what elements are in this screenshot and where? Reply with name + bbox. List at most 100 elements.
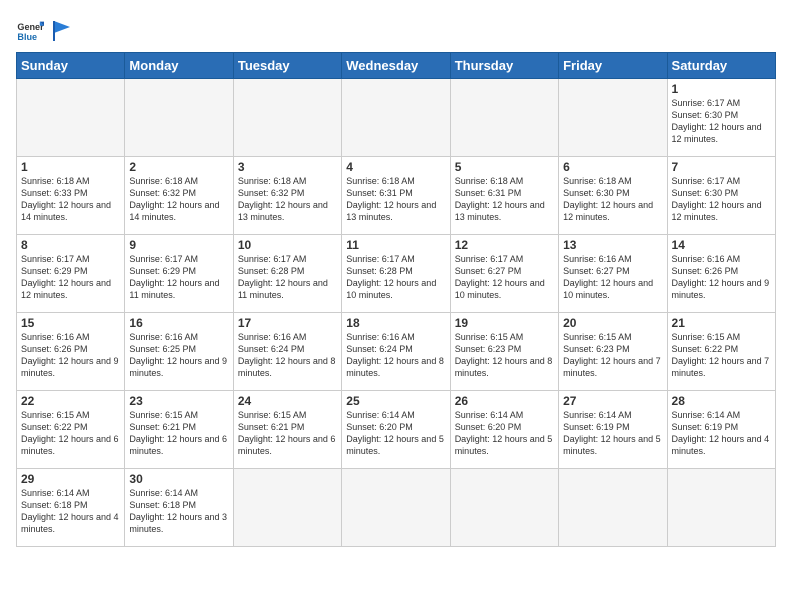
day-info: Sunrise: 6:16 AM Sunset: 6:27 PM Dayligh… [563, 253, 662, 302]
calendar-cell [450, 79, 558, 157]
calendar-cell: 20 Sunrise: 6:15 AM Sunset: 6:23 PM Dayl… [559, 313, 667, 391]
day-info: Sunrise: 6:17 AM Sunset: 6:30 PM Dayligh… [672, 175, 771, 224]
day-number: 20 [563, 316, 662, 330]
day-number: 9 [129, 238, 228, 252]
day-info: Sunrise: 6:15 AM Sunset: 6:23 PM Dayligh… [563, 331, 662, 380]
day-number: 2 [129, 160, 228, 174]
calendar-cell [559, 79, 667, 157]
calendar-cell: 19 Sunrise: 6:15 AM Sunset: 6:23 PM Dayl… [450, 313, 558, 391]
calendar-cell: 3 Sunrise: 6:18 AM Sunset: 6:32 PM Dayli… [233, 157, 341, 235]
day-number: 3 [238, 160, 337, 174]
calendar-table: SundayMondayTuesdayWednesdayThursdayFrid… [16, 52, 776, 547]
day-info: Sunrise: 6:16 AM Sunset: 6:26 PM Dayligh… [672, 253, 771, 302]
calendar-cell: 16 Sunrise: 6:16 AM Sunset: 6:25 PM Dayl… [125, 313, 233, 391]
day-info: Sunrise: 6:16 AM Sunset: 6:24 PM Dayligh… [346, 331, 445, 380]
day-number: 7 [672, 160, 771, 174]
calendar-cell: 12 Sunrise: 6:17 AM Sunset: 6:27 PM Dayl… [450, 235, 558, 313]
day-header-sunday: Sunday [17, 53, 125, 79]
day-number: 29 [21, 472, 120, 486]
day-number: 16 [129, 316, 228, 330]
day-number: 11 [346, 238, 445, 252]
calendar-cell [450, 469, 558, 547]
calendar-cell: 22 Sunrise: 6:15 AM Sunset: 6:22 PM Dayl… [17, 391, 125, 469]
calendar-cell: 4 Sunrise: 6:18 AM Sunset: 6:31 PM Dayli… [342, 157, 450, 235]
day-header-row: SundayMondayTuesdayWednesdayThursdayFrid… [17, 53, 776, 79]
calendar-cell: 30 Sunrise: 6:14 AM Sunset: 6:18 PM Dayl… [125, 469, 233, 547]
day-info: Sunrise: 6:17 AM Sunset: 6:28 PM Dayligh… [238, 253, 337, 302]
day-header-saturday: Saturday [667, 53, 775, 79]
day-header-tuesday: Tuesday [233, 53, 341, 79]
day-number: 28 [672, 394, 771, 408]
day-number: 30 [129, 472, 228, 486]
day-header-thursday: Thursday [450, 53, 558, 79]
week-row-6: 29 Sunrise: 6:14 AM Sunset: 6:18 PM Dayl… [17, 469, 776, 547]
calendar-cell [667, 469, 775, 547]
calendar-cell: 17 Sunrise: 6:16 AM Sunset: 6:24 PM Dayl… [233, 313, 341, 391]
calendar-cell [125, 79, 233, 157]
day-info: Sunrise: 6:15 AM Sunset: 6:23 PM Dayligh… [455, 331, 554, 380]
svg-text:Blue: Blue [17, 32, 37, 42]
calendar-cell: 29 Sunrise: 6:14 AM Sunset: 6:18 PM Dayl… [17, 469, 125, 547]
calendar-cell: 1 Sunrise: 6:18 AM Sunset: 6:33 PM Dayli… [17, 157, 125, 235]
day-number: 27 [563, 394, 662, 408]
day-number: 24 [238, 394, 337, 408]
calendar-cell: 6 Sunrise: 6:18 AM Sunset: 6:30 PM Dayli… [559, 157, 667, 235]
day-info: Sunrise: 6:16 AM Sunset: 6:25 PM Dayligh… [129, 331, 228, 380]
calendar-cell: 2 Sunrise: 6:18 AM Sunset: 6:32 PM Dayli… [125, 157, 233, 235]
day-number: 5 [455, 160, 554, 174]
day-info: Sunrise: 6:14 AM Sunset: 6:18 PM Dayligh… [21, 487, 120, 536]
calendar-cell: 1 Sunrise: 6:17 AM Sunset: 6:30 PM Dayli… [667, 79, 775, 157]
day-number: 8 [21, 238, 120, 252]
calendar-cell: 8 Sunrise: 6:17 AM Sunset: 6:29 PM Dayli… [17, 235, 125, 313]
day-header-friday: Friday [559, 53, 667, 79]
day-number: 12 [455, 238, 554, 252]
day-info: Sunrise: 6:14 AM Sunset: 6:20 PM Dayligh… [346, 409, 445, 458]
day-header-monday: Monday [125, 53, 233, 79]
day-info: Sunrise: 6:17 AM Sunset: 6:30 PM Dayligh… [672, 97, 771, 146]
day-number: 15 [21, 316, 120, 330]
calendar-page: General Blue SundayMondayTuesdayWednesda… [0, 0, 792, 612]
calendar-cell: 14 Sunrise: 6:16 AM Sunset: 6:26 PM Dayl… [667, 235, 775, 313]
header: General Blue [16, 16, 776, 44]
calendar-cell: 15 Sunrise: 6:16 AM Sunset: 6:26 PM Dayl… [17, 313, 125, 391]
calendar-cell: 27 Sunrise: 6:14 AM Sunset: 6:19 PM Dayl… [559, 391, 667, 469]
logo: General Blue [16, 16, 70, 44]
day-number: 19 [455, 316, 554, 330]
day-number: 4 [346, 160, 445, 174]
day-number: 18 [346, 316, 445, 330]
calendar-cell [342, 469, 450, 547]
day-info: Sunrise: 6:18 AM Sunset: 6:30 PM Dayligh… [563, 175, 662, 224]
calendar-cell: 10 Sunrise: 6:17 AM Sunset: 6:28 PM Dayl… [233, 235, 341, 313]
day-number: 1 [672, 82, 771, 96]
day-info: Sunrise: 6:15 AM Sunset: 6:22 PM Dayligh… [21, 409, 120, 458]
day-number: 22 [21, 394, 120, 408]
day-number: 6 [563, 160, 662, 174]
week-row-4: 15 Sunrise: 6:16 AM Sunset: 6:26 PM Dayl… [17, 313, 776, 391]
week-row-3: 8 Sunrise: 6:17 AM Sunset: 6:29 PM Dayli… [17, 235, 776, 313]
calendar-cell [342, 79, 450, 157]
logo-icon: General Blue [16, 16, 44, 44]
calendar-cell: 25 Sunrise: 6:14 AM Sunset: 6:20 PM Dayl… [342, 391, 450, 469]
week-row-1: 1 Sunrise: 6:17 AM Sunset: 6:30 PM Dayli… [17, 79, 776, 157]
calendar-cell: 13 Sunrise: 6:16 AM Sunset: 6:27 PM Dayl… [559, 235, 667, 313]
day-number: 26 [455, 394, 554, 408]
day-info: Sunrise: 6:15 AM Sunset: 6:22 PM Dayligh… [672, 331, 771, 380]
day-info: Sunrise: 6:17 AM Sunset: 6:27 PM Dayligh… [455, 253, 554, 302]
day-number: 10 [238, 238, 337, 252]
day-number: 21 [672, 316, 771, 330]
logo-flag-icon [52, 19, 70, 41]
day-number: 17 [238, 316, 337, 330]
day-number: 25 [346, 394, 445, 408]
day-info: Sunrise: 6:14 AM Sunset: 6:18 PM Dayligh… [129, 487, 228, 536]
calendar-cell: 28 Sunrise: 6:14 AM Sunset: 6:19 PM Dayl… [667, 391, 775, 469]
calendar-cell: 23 Sunrise: 6:15 AM Sunset: 6:21 PM Dayl… [125, 391, 233, 469]
day-number: 1 [21, 160, 120, 174]
day-number: 23 [129, 394, 228, 408]
day-info: Sunrise: 6:14 AM Sunset: 6:20 PM Dayligh… [455, 409, 554, 458]
day-info: Sunrise: 6:14 AM Sunset: 6:19 PM Dayligh… [672, 409, 771, 458]
day-info: Sunrise: 6:17 AM Sunset: 6:28 PM Dayligh… [346, 253, 445, 302]
day-header-wednesday: Wednesday [342, 53, 450, 79]
calendar-cell: 5 Sunrise: 6:18 AM Sunset: 6:31 PM Dayli… [450, 157, 558, 235]
day-info: Sunrise: 6:18 AM Sunset: 6:32 PM Dayligh… [129, 175, 228, 224]
day-info: Sunrise: 6:14 AM Sunset: 6:19 PM Dayligh… [563, 409, 662, 458]
